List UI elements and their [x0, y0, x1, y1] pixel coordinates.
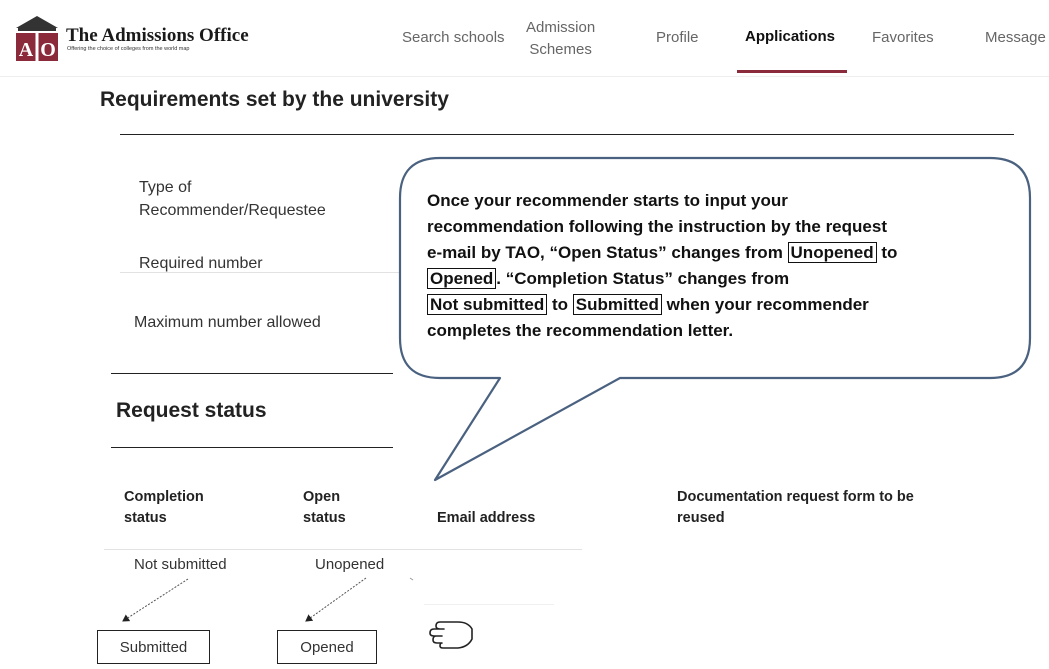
callout-submitted-box: Submitted	[572, 294, 662, 315]
callout-unopened-box: Unopened	[787, 242, 877, 263]
callout-line-3: e-mail by TAO, “Open Status” changes fro…	[427, 240, 1012, 266]
callout-opened-box: Opened	[427, 268, 497, 289]
callout-line-5-mid: to	[547, 295, 573, 314]
callout-line-1: Once your recommender starts to input yo…	[427, 191, 788, 210]
callout-line-4: Opened. “Completion Status” changes from	[427, 266, 1012, 292]
callout-line-4-post: . “Completion Status” changes from	[496, 269, 790, 288]
callout-text: Once your recommender starts to input yo…	[427, 188, 1012, 344]
callout-line-3-pre: e-mail by TAO, “Open Status” changes fro…	[427, 243, 788, 262]
opened-status-box: Opened	[277, 630, 377, 664]
callout-line-5-post: when your recommender	[661, 295, 869, 314]
hand-pointer-icon	[428, 617, 476, 651]
callout-line-3-post: to	[876, 243, 898, 262]
callout-not-submitted-box: Not submitted	[427, 294, 548, 315]
stray-mark	[409, 577, 414, 581]
callout-line-2: recommendation following the instruction…	[427, 217, 887, 236]
open-arrow	[305, 577, 367, 622]
submitted-status-box: Submitted	[97, 630, 210, 664]
completion-arrow	[122, 578, 189, 622]
callout-line-6: completes the recommendation letter.	[427, 321, 734, 340]
callout-line-5: Not submitted to Submitted when your rec…	[427, 292, 1012, 318]
